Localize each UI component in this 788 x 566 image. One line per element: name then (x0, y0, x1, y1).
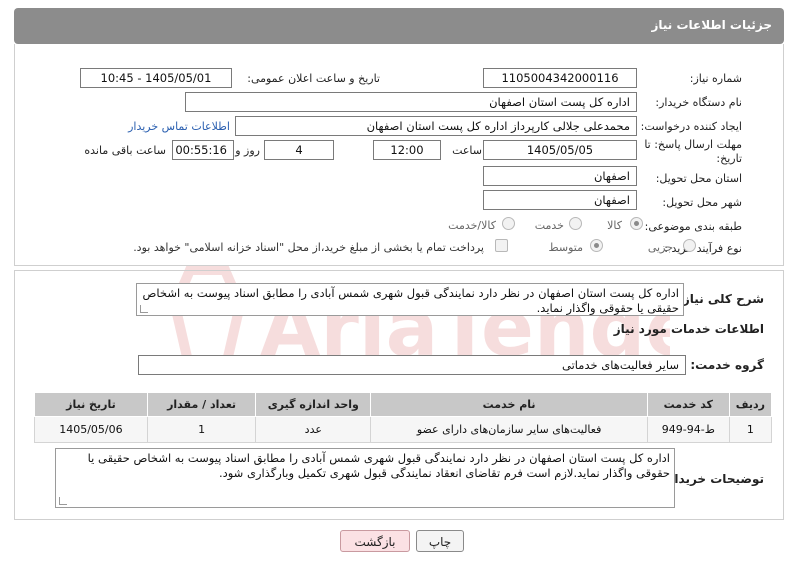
need-number-label: شماره نیاز: (689, 72, 742, 85)
summary-textarea: اداره کل پست استان اصفهان در نظر دارد نم… (136, 283, 684, 316)
service-group-label: گروه خدمت: (690, 358, 764, 372)
remaining-days-field: 4 (264, 140, 334, 160)
resize-handle-icon[interactable] (140, 305, 148, 313)
col-unit: واحد اندازه گیری (255, 392, 372, 417)
buyer-org-field: اداره کل پست استان اصفهان (185, 92, 637, 112)
announce-datetime-field: 1405/05/01 - 10:45 (80, 68, 232, 88)
delivery-city-label: شهر محل تحویل: (662, 196, 742, 209)
deadline-label-line2: تاریخ: (716, 152, 742, 165)
purchase-option-medium: متوسط (548, 241, 583, 254)
cell-quantity: 1 (146, 416, 257, 443)
category-radio-service[interactable] (569, 217, 582, 230)
remaining-time-field: 00:55:16 (172, 140, 234, 160)
services-table: ردیف کد خدمت نام خدمت واحد اندازه گیری ت… (34, 392, 773, 443)
service-group-field: سایر فعالیت‌های خدماتی (138, 355, 686, 375)
back-button[interactable]: بازگشت (340, 530, 410, 552)
col-service-code: کد خدمت (646, 392, 730, 417)
cell-service-name: فعالیت‌های سایر سازمان‌های دارای عضو (370, 416, 648, 443)
resize-handle-icon[interactable] (59, 497, 67, 505)
cell-need-date: 1405/05/06 (34, 416, 148, 443)
panel-title: جزئیات اطلاعات نیاز (651, 18, 772, 32)
col-quantity: تعداد / مقدار (146, 392, 257, 417)
buyer-notes-textarea: اداره کل پست استان اصفهان در نظر دارد نم… (55, 448, 675, 508)
col-need-date: تاریخ نیاز (34, 392, 148, 417)
delivery-province-field: اصفهان (483, 166, 637, 186)
treasury-payment-checkbox[interactable] (495, 239, 508, 252)
summary-label: شرح کلی نیاز: (678, 292, 764, 306)
category-radio-goods-service[interactable] (502, 217, 515, 230)
purchase-radio-medium[interactable] (590, 239, 603, 252)
category-label: طبقه بندی موضوعی: (644, 220, 742, 233)
purchase-radio-minor[interactable] (683, 239, 696, 252)
panel-header: جزئیات اطلاعات نیاز (14, 8, 784, 44)
cell-service-code: ط-94-949 (646, 416, 730, 443)
print-button[interactable]: چاپ (416, 530, 464, 552)
deadline-time-label: ساعت (452, 144, 482, 157)
requester-label: ایجاد کننده درخواست: (640, 120, 742, 133)
deadline-time-field: 12:00 (373, 140, 441, 160)
delivery-province-label: استان محل تحویل: (655, 172, 742, 185)
requester-field: محمدعلی جلالی کارپرداز اداره کل پست استا… (235, 116, 637, 136)
treasury-payment-note: پرداخت تمام یا بخشی از مبلغ خرید،از محل … (133, 241, 484, 254)
category-option-goods-service: کالا/خدمت (448, 219, 496, 232)
purchase-type-label: نوع فرآیند خرید : (664, 242, 742, 255)
buyer-notes-text: اداره کل پست استان اصفهان در نظر دارد نم… (87, 451, 670, 480)
buyer-org-label: نام دستگاه خریدار: (655, 96, 742, 109)
delivery-city-field: اصفهان (483, 190, 637, 210)
col-service-name: نام خدمت (370, 392, 648, 417)
cell-unit: عدد (255, 416, 372, 443)
remaining-days-label: روز و (235, 144, 260, 157)
col-row-number: ردیف (728, 392, 773, 417)
buyer-notes-label: توضیحات خریدار: (662, 472, 764, 486)
announce-datetime-label: تاریخ و ساعت اعلان عمومی: (247, 72, 380, 85)
purchase-option-minor: جزیی (647, 241, 673, 254)
buyer-contact-link[interactable]: اطلاعات تماس خریدار (128, 120, 230, 133)
remaining-time-label: ساعت باقی مانده (84, 144, 166, 157)
category-radio-goods[interactable] (630, 217, 643, 230)
deadline-date-field: 1405/05/05 (483, 140, 637, 160)
deadline-label-line1: مهلت ارسال پاسخ: تا (644, 138, 742, 151)
summary-text: اداره کل پست استان اصفهان در نظر دارد نم… (142, 286, 679, 315)
need-number-field: 1105004342000116 (483, 68, 637, 88)
table-row: 1 ط-94-949 فعالیت‌های سایر سازمان‌های دا… (34, 416, 773, 443)
services-section-title: اطلاعات خدمات مورد نیاز (613, 322, 764, 336)
services-table-header-row: ردیف کد خدمت نام خدمت واحد اندازه گیری ت… (34, 392, 773, 417)
category-option-service: خدمت (534, 219, 564, 232)
category-option-goods: کالا (607, 219, 622, 232)
cell-row-number: 1 (728, 416, 773, 443)
